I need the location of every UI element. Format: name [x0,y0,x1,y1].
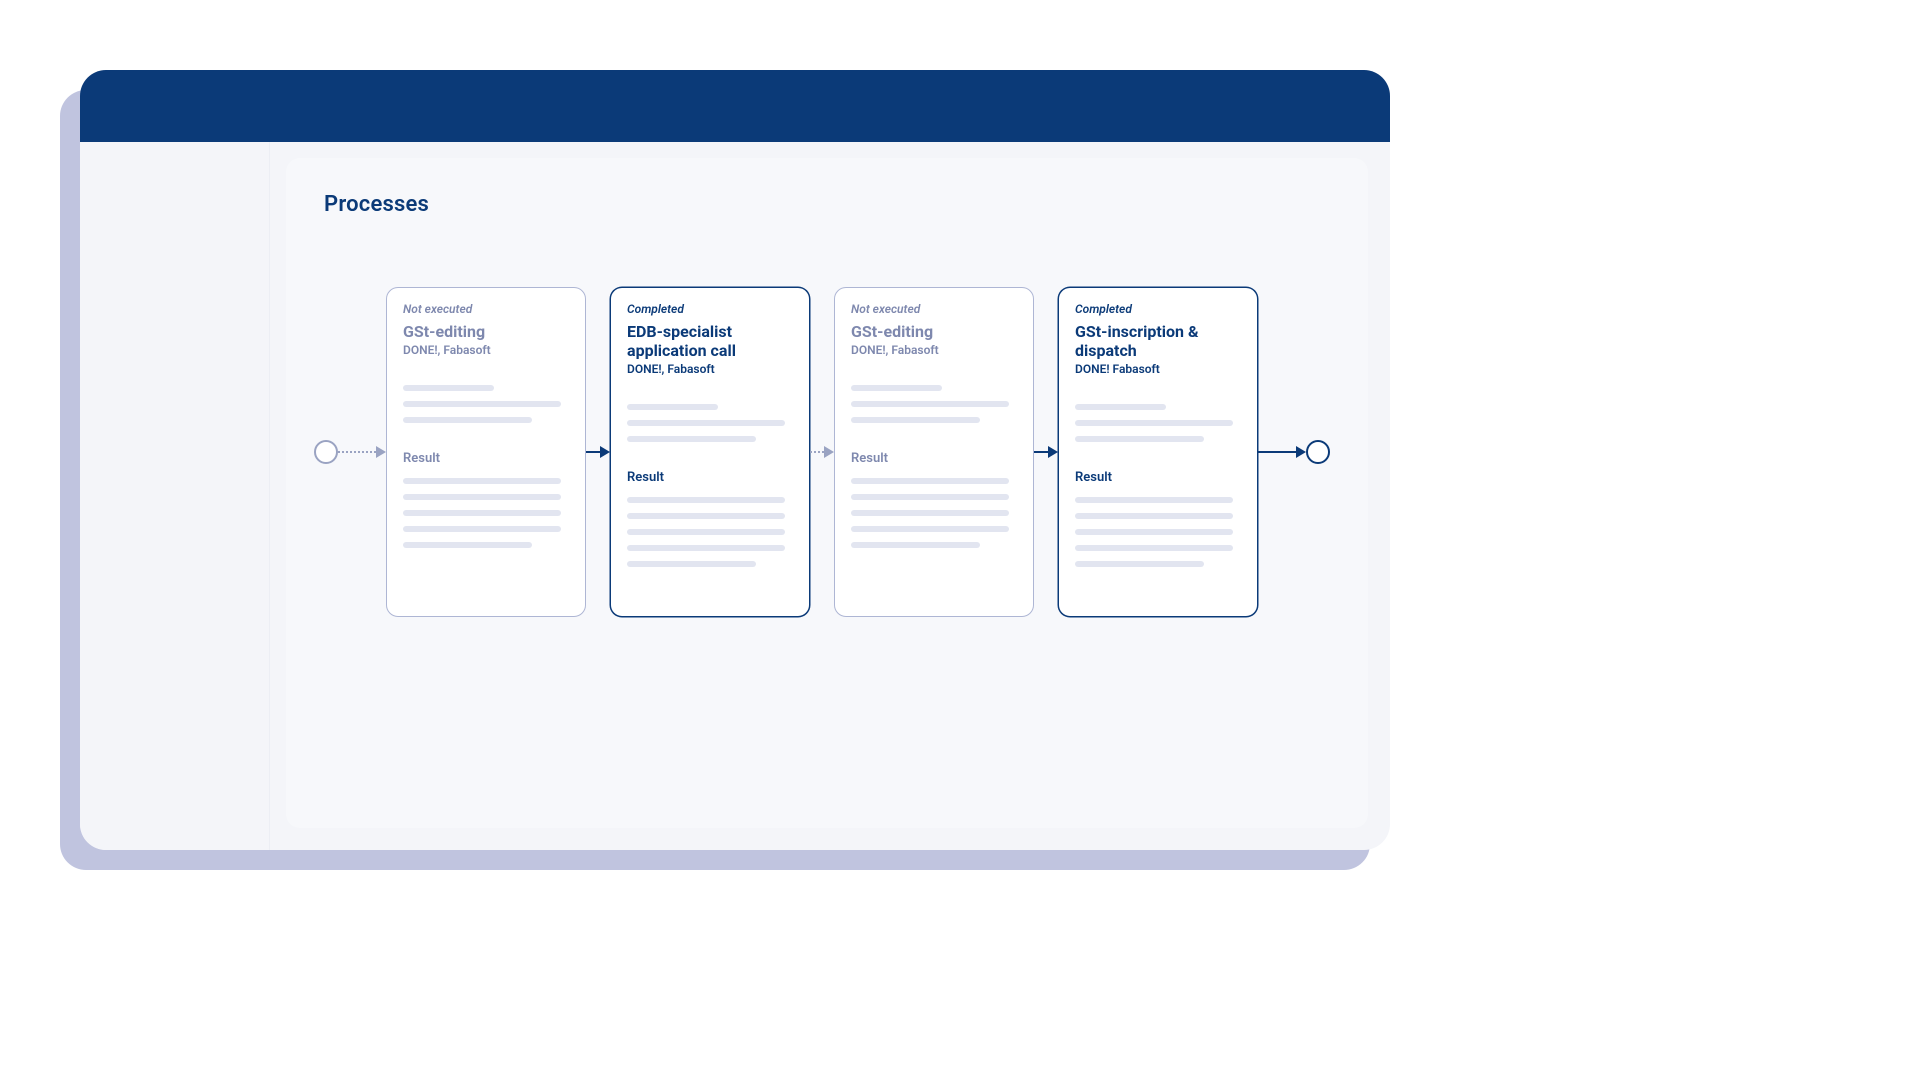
result-label: Result [627,470,793,485]
content-placeholder [627,404,793,452]
result-label: Result [851,451,1017,466]
process-title: EDB-specialist application call [627,322,793,360]
process-card[interactable]: Completed EDB-specialist application cal… [610,287,810,617]
content-placeholder [851,385,1017,433]
process-title: GSt-editing [851,322,1017,341]
flow-connector [1258,451,1306,453]
process-subtitle: DONE!, Fabasoft [627,362,793,376]
process-card[interactable]: Not executed GSt-editing DONE!, Fabasoft… [834,287,1034,617]
flow-connector [338,451,386,453]
process-card[interactable]: Completed GSt-inscription & dispatch DON… [1058,287,1258,617]
flow-start-node [314,440,338,464]
app-window: Processes Not executed GSt-editing DONE!… [80,70,1390,850]
result-label: Result [1075,470,1241,485]
process-subtitle: DONE!, Fabasoft [403,343,569,357]
process-title: GSt-inscription & dispatch [1075,322,1241,360]
result-placeholder [403,478,569,558]
flow-end-node [1306,440,1330,464]
process-status: Completed [1075,302,1241,316]
content-placeholder [1075,404,1241,452]
process-status: Not executed [403,302,569,316]
result-label: Result [403,451,569,466]
process-card[interactable]: Not executed GSt-editing DONE!, Fabasoft… [386,287,586,617]
process-status: Not executed [851,302,1017,316]
process-status: Completed [627,302,793,316]
page-title: Processes [324,192,1340,217]
result-placeholder [1075,497,1241,577]
process-subtitle: DONE!, Fabasoft [851,343,1017,357]
content-panel: Processes Not executed GSt-editing DONE!… [286,158,1368,828]
flow-connector [810,451,834,453]
window-body: Processes Not executed GSt-editing DONE!… [80,142,1390,850]
flow-connector [1034,451,1058,453]
flow-connector [586,451,610,453]
process-flow: Not executed GSt-editing DONE!, Fabasoft… [314,287,1340,617]
content-placeholder [403,385,569,433]
window-titlebar [80,70,1390,142]
process-title: GSt-editing [403,322,569,341]
result-placeholder [627,497,793,577]
process-subtitle: DONE! Fabasoft [1075,362,1241,376]
sidebar [80,142,270,850]
result-placeholder [851,478,1017,558]
